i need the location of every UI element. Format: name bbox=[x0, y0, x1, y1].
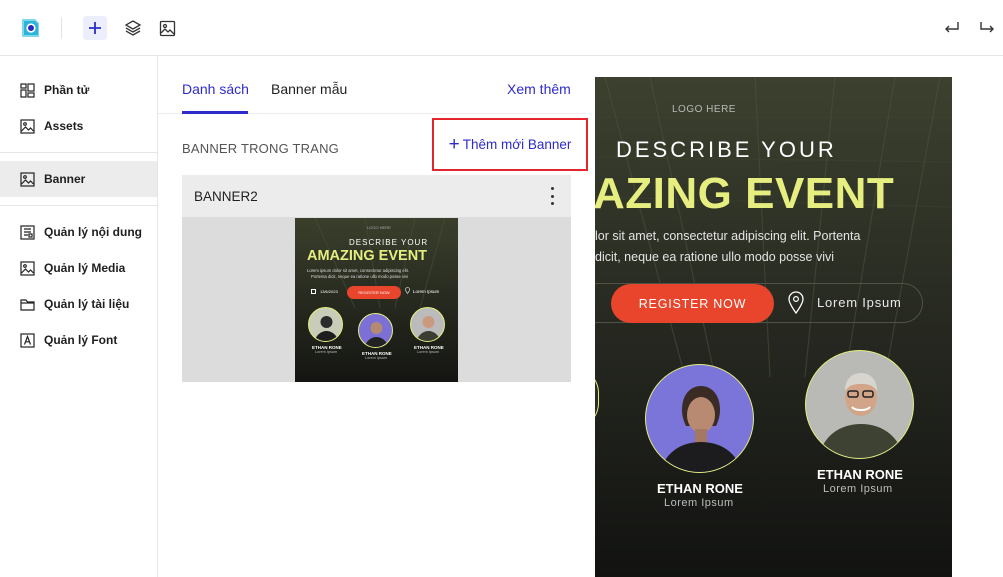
preview-speaker-avatar-3 bbox=[805, 350, 914, 459]
preview-logo-text: LOGO HERE bbox=[672, 104, 736, 115]
sidebar-item-label: Phần tử bbox=[44, 83, 90, 97]
sidebar-item-banner[interactable]: Banner bbox=[0, 161, 157, 197]
sidebar-item-label: Quản lý Font bbox=[44, 333, 118, 347]
thumb-speaker-role-1: Lorem Ipsum bbox=[315, 350, 338, 354]
thumb-register-button: REGISTER NOW bbox=[347, 286, 401, 299]
sidebar-item-documents[interactable]: Quản lý tài liệu bbox=[0, 286, 157, 322]
app-logo-icon[interactable] bbox=[18, 16, 42, 40]
thumb-location: Lorem Ipsum bbox=[413, 289, 440, 294]
thumb-speaker-avatar-2 bbox=[358, 313, 393, 348]
more-options-icon[interactable] bbox=[547, 187, 557, 205]
sidebar-item-label: Assets bbox=[44, 119, 84, 133]
add-icon[interactable] bbox=[83, 16, 107, 40]
register-button[interactable]: REGISTER NOW bbox=[611, 284, 774, 323]
location-icon bbox=[788, 291, 804, 315]
section-title: BANNER TRONG TRANG bbox=[182, 141, 339, 156]
thumb-speaker-avatar-3 bbox=[410, 307, 445, 342]
see-more-link[interactable]: Xem thêm bbox=[507, 81, 571, 97]
thumb-speaker-role-2: Lorem Ipsum bbox=[365, 356, 388, 360]
active-tab-indicator bbox=[182, 111, 248, 114]
thumb-register-label: REGISTER NOW bbox=[358, 290, 390, 295]
redo-icon[interactable] bbox=[975, 16, 999, 40]
thumb-title: AMAZING EVENT bbox=[307, 248, 428, 264]
thumb-date: 13/6/2023 bbox=[320, 289, 338, 294]
panel-tabs: Danh sách Banner mẫu Xem thêm bbox=[158, 56, 586, 114]
thumb-body-line1: Lorem ipsum dolor sit amet, consectetur … bbox=[307, 268, 409, 273]
undo-icon[interactable] bbox=[940, 16, 964, 40]
preview-title: AZING EVENT bbox=[595, 169, 895, 218]
sidebar-item-label: Banner bbox=[44, 172, 86, 186]
thumb-speaker-role-3: Lorem Ipsum bbox=[417, 350, 440, 354]
banner-card[interactable]: BANNER2 LOGO HERE DESCRIBE YOUR AMAZING … bbox=[182, 175, 571, 382]
plus-icon: + bbox=[448, 134, 460, 155]
register-label: REGISTER NOW bbox=[638, 296, 747, 311]
assets-icon bbox=[20, 118, 35, 134]
banner-card-header: BANNER2 bbox=[182, 175, 571, 217]
banner-thumbnail[interactable]: LOGO HERE DESCRIBE YOUR AMAZING EVENT Lo… bbox=[295, 218, 458, 382]
preview-body-line1: lor sit amet, consectetur adipiscing eli… bbox=[595, 229, 861, 243]
sidebar-item-label: Quản lý Media bbox=[44, 261, 126, 275]
image-icon[interactable] bbox=[155, 16, 179, 40]
preview-speaker-role-2: Lorem Ipsum bbox=[664, 497, 734, 509]
media-icon bbox=[20, 260, 35, 276]
top-toolbar bbox=[0, 0, 1003, 56]
add-banner-label: Thêm mới Banner bbox=[462, 137, 572, 152]
sidebar-divider bbox=[0, 152, 157, 153]
calendar-icon bbox=[311, 289, 316, 294]
elements-icon bbox=[20, 82, 35, 98]
preview-body-line2: dicit, neque ea ratione ullo modo posse … bbox=[595, 250, 835, 264]
sidebar-item-content[interactable]: Quản lý nội dung bbox=[0, 214, 157, 250]
tab-list[interactable]: Danh sách bbox=[182, 81, 249, 97]
preview-speaker-name-3: ETHAN RONE bbox=[817, 467, 903, 482]
banner-panel: Danh sách Banner mẫu Xem thêm BANNER TRO… bbox=[158, 56, 588, 577]
add-banner-button[interactable]: + Thêm mới Banner bbox=[432, 118, 588, 171]
font-icon bbox=[20, 332, 35, 348]
preview-speaker-name-2: ETHAN RONE bbox=[657, 481, 743, 496]
content-icon bbox=[20, 224, 35, 240]
preview-heading: DESCRIBE YOUR bbox=[616, 137, 837, 162]
folder-icon bbox=[20, 298, 35, 311]
preview-speaker-avatar-2 bbox=[645, 364, 754, 473]
banner-icon bbox=[20, 171, 35, 187]
toolbar-separator bbox=[61, 17, 62, 39]
banner-preview-canvas[interactable]: LOGO HERE DESCRIBE YOUR AZING EVENT lor … bbox=[595, 77, 952, 577]
thumb-logo-text: LOGO HERE bbox=[367, 225, 391, 230]
layers-icon[interactable] bbox=[121, 16, 145, 40]
sidebar-divider bbox=[0, 205, 157, 206]
thumb-speaker-avatar-1 bbox=[308, 307, 343, 342]
sidebar-item-elements[interactable]: Phần tử bbox=[0, 72, 157, 108]
sidebar-item-fonts[interactable]: Quản lý Font bbox=[0, 322, 157, 358]
sidebar-item-label: Quản lý nội dung bbox=[44, 225, 142, 239]
sidebar-item-assets[interactable]: Assets bbox=[0, 108, 157, 144]
sidebar-item-label: Quản lý tài liệu bbox=[44, 297, 130, 311]
preview-speaker-role-3: Lorem Ipsum bbox=[823, 483, 893, 495]
thumb-heading: DESCRIBE YOUR bbox=[349, 238, 429, 247]
tab-banner-templates[interactable]: Banner mẫu bbox=[271, 81, 347, 97]
preview-location: Lorem Ipsum bbox=[817, 295, 902, 310]
thumb-body-line2: Portenta dicit, neque ea ratione ullo mo… bbox=[311, 274, 409, 279]
sidebar: Phần tử Assets Banner Quản lý nội dung Q… bbox=[0, 56, 158, 577]
sidebar-item-media[interactable]: Quản lý Media bbox=[0, 250, 157, 286]
location-icon bbox=[405, 287, 410, 294]
banner-card-title: BANNER2 bbox=[194, 188, 258, 204]
